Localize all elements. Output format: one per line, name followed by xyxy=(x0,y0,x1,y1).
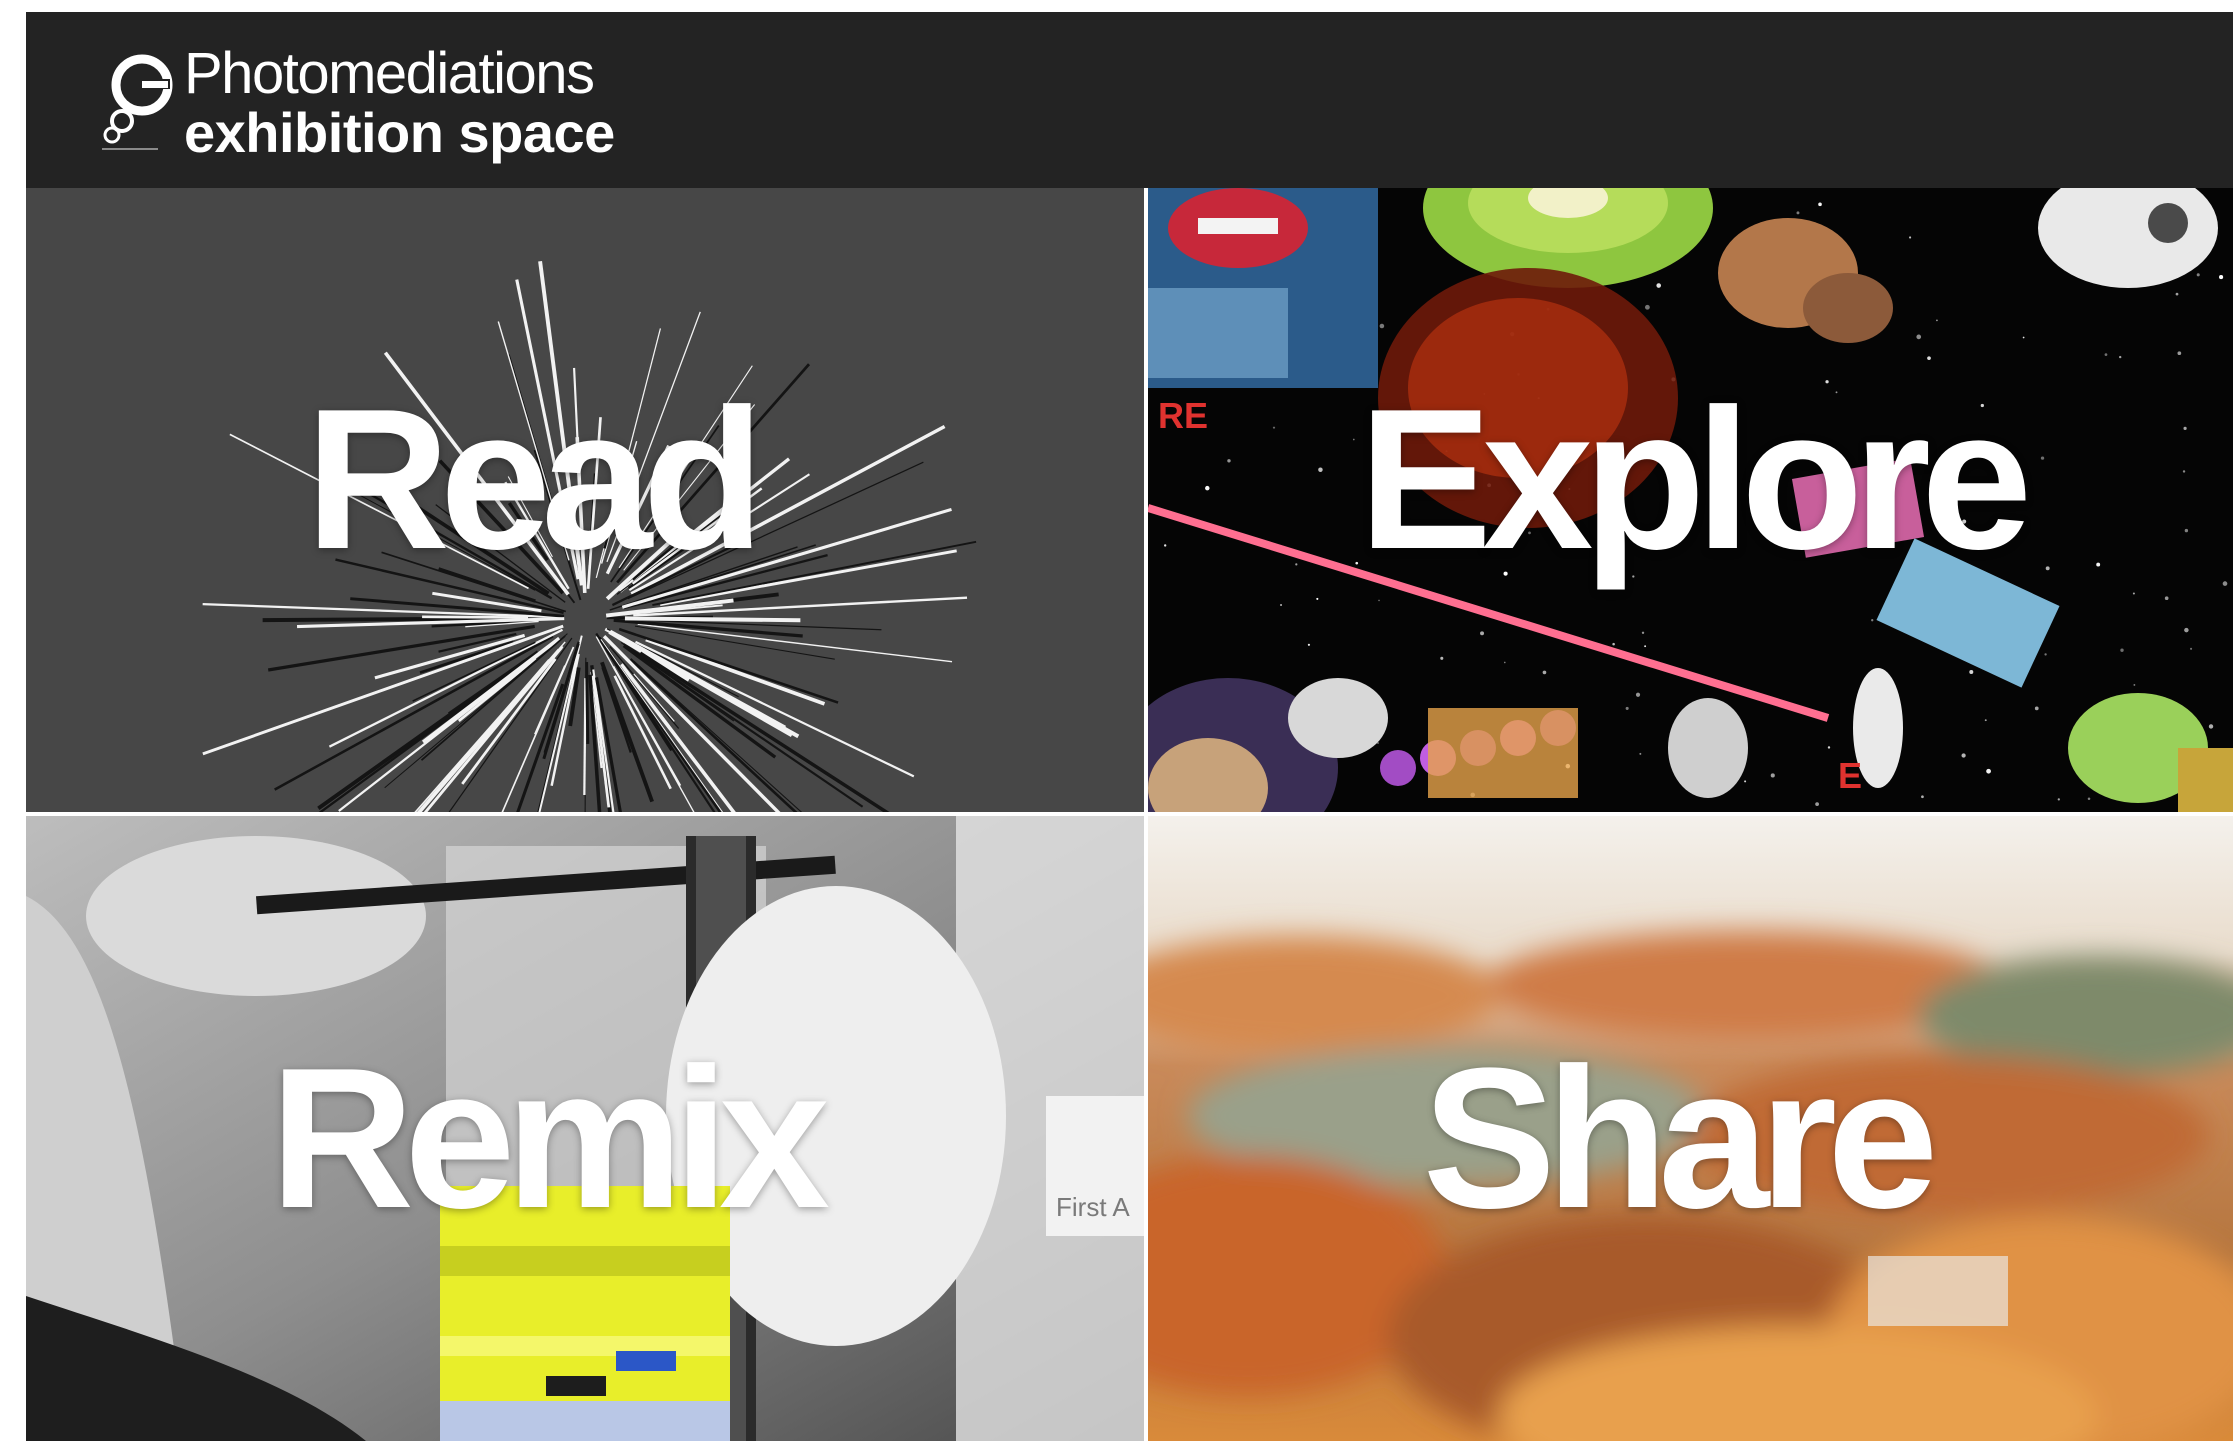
star-dot xyxy=(1909,236,1912,239)
star-dot xyxy=(1379,323,1385,329)
tile-label-read: Read xyxy=(305,368,764,591)
star-dot xyxy=(2044,653,2047,656)
star-dot xyxy=(2022,336,2025,339)
tile-label-remix: Remix xyxy=(269,1026,830,1250)
logo-subtitle: exhibition space xyxy=(184,101,615,164)
star-dot xyxy=(1641,631,1645,634)
star-dot xyxy=(2183,426,2187,430)
star-dot xyxy=(1318,467,1323,472)
tile-label-explore: Explore xyxy=(1358,368,2033,591)
star-dot xyxy=(2045,566,2050,571)
star-dot xyxy=(1916,334,1922,340)
star-dot xyxy=(1639,752,1642,755)
star-dot xyxy=(2120,648,2124,652)
star-dot xyxy=(2184,528,2189,533)
star-dot xyxy=(1295,563,1298,566)
star-dot xyxy=(1280,604,1282,606)
star-dot xyxy=(2119,355,2122,359)
star-dot xyxy=(1969,670,1974,675)
star-dot xyxy=(1644,304,1650,310)
logo-title: Photomediations xyxy=(184,41,595,106)
star-dot xyxy=(1164,544,1167,547)
star-dot xyxy=(1378,599,1380,602)
star-dot xyxy=(1984,719,1987,722)
star-dot xyxy=(2087,797,2091,801)
camera-circles-logo-icon xyxy=(102,54,173,150)
tile-share[interactable]: Share xyxy=(1148,816,2233,1441)
star-dot xyxy=(2164,596,2169,601)
star-dot xyxy=(1503,661,1506,664)
star-dot xyxy=(1542,670,1547,675)
star-dot xyxy=(2190,647,2193,650)
star-dot xyxy=(2175,292,2179,296)
star-dot xyxy=(1986,768,1991,774)
site-header: Photomediations exhibition space xyxy=(26,12,2233,188)
star-dot xyxy=(2182,470,2186,473)
star-dot xyxy=(2040,456,2045,460)
star-dot xyxy=(1625,706,1629,710)
star-dot xyxy=(1656,283,1661,288)
tile-label-share: Share xyxy=(1422,1026,1939,1250)
star-dot xyxy=(1770,773,1775,778)
first-aid-sign-text: First A xyxy=(1056,1192,1130,1222)
star-dot xyxy=(1205,485,1210,491)
star-dot xyxy=(1818,202,1822,207)
star-dot xyxy=(1352,438,1355,441)
star-dot xyxy=(1644,645,1647,648)
star-dot xyxy=(1635,692,1641,697)
star-dot xyxy=(1961,753,1966,758)
tile-remix[interactable]: First A Remix xyxy=(26,816,1144,1441)
star-dot xyxy=(1612,642,1615,646)
starburst-line xyxy=(624,616,801,623)
starburst-line xyxy=(583,678,587,795)
collage-re-mark: RE xyxy=(1158,395,1208,436)
star-dot xyxy=(2034,706,2039,711)
star-dot xyxy=(1815,802,1819,807)
star-dot xyxy=(2133,683,2136,686)
tile-explore[interactable]: RE E Explore xyxy=(1148,188,2233,812)
starburst-line xyxy=(422,615,529,619)
tile-read[interactable]: Read xyxy=(26,188,1144,812)
star-dot xyxy=(2196,273,2200,277)
logo-text: Photomediations exhibition space xyxy=(184,45,615,161)
section-grid: Read RE E Explore First A Remix Share xyxy=(26,188,2233,1441)
star-dot xyxy=(1307,643,1311,646)
star-dot xyxy=(2104,353,2108,357)
star-dot xyxy=(1227,459,1231,463)
star-dot xyxy=(2208,724,2214,729)
starburst-line xyxy=(585,662,590,744)
star-dot xyxy=(2219,275,2224,280)
star-dot xyxy=(2132,592,2135,595)
star-dot xyxy=(2096,562,2101,567)
site-logo[interactable]: Photomediations exhibition space xyxy=(98,45,615,161)
star-dot xyxy=(1927,356,1931,361)
star-dot xyxy=(1316,597,1319,600)
star-dot xyxy=(2184,627,2189,633)
star-dot xyxy=(2177,351,2182,356)
star-dot xyxy=(1440,656,1444,660)
star-dot xyxy=(2057,798,2060,801)
star-dot xyxy=(1480,631,1485,636)
star-dot xyxy=(1936,319,1938,322)
star-dot xyxy=(1355,561,1359,565)
star-dot xyxy=(1744,780,1747,783)
star-dot xyxy=(1871,619,1874,622)
star-dot xyxy=(1796,211,1800,215)
star-dot xyxy=(1272,426,1276,429)
collage-e-mark: E xyxy=(1838,755,1862,796)
star-dot xyxy=(1827,746,1831,749)
star-dot xyxy=(1921,795,1924,799)
page: Photomediations exhibition space Read RE… xyxy=(26,12,2233,1441)
star-dot xyxy=(2222,581,2228,586)
